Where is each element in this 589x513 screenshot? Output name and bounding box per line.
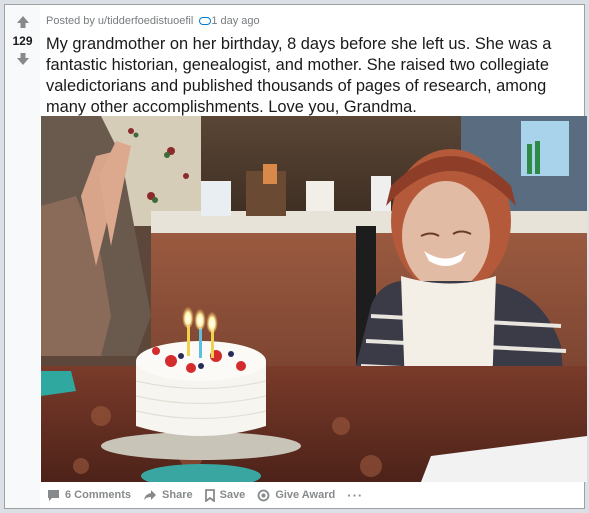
save-label: Save <box>219 489 246 501</box>
comment-bubble-icon <box>48 489 59 501</box>
bookmark-icon <box>204 488 215 502</box>
posted-by-label: Posted by <box>46 15 95 27</box>
share-label: Share <box>162 489 193 501</box>
post-image[interactable] <box>41 116 587 482</box>
more-options-button[interactable]: ··· <box>347 488 363 503</box>
post-title[interactable]: My grandmother on her birthday, 8 days b… <box>46 34 578 118</box>
give-award-button[interactable]: Give Award <box>257 489 335 502</box>
post-actions: 6 Comments Share Save Give Award ··· <box>47 485 363 505</box>
upvote-button[interactable] <box>13 12 33 32</box>
save-button[interactable]: Save <box>204 488 246 502</box>
award-badge-icon <box>257 489 270 501</box>
comments-button[interactable]: 6 Comments <box>47 489 131 502</box>
share-arrow-icon <box>144 490 157 500</box>
downvote-button[interactable] <box>13 49 33 69</box>
vote-column: 129 <box>5 5 40 508</box>
post-meta: Posted by u/tidderfoedistuoefil 1 day ag… <box>46 14 578 28</box>
downvote-arrow-icon <box>16 53 29 65</box>
post-time[interactable]: 1 day ago <box>211 15 259 27</box>
post-author-link[interactable]: u/tidderfoedistuoefil <box>98 15 193 27</box>
upvote-arrow-icon <box>16 16 29 28</box>
vote-score: 129 <box>12 34 33 48</box>
award-indicator[interactable] <box>199 17 212 25</box>
share-button[interactable]: Share <box>143 489 193 501</box>
award-pill-icon <box>199 17 212 25</box>
post-card[interactable]: 129 Posted by u/tidderfoedistuoefil 1 da… <box>4 4 587 509</box>
comments-label: 6 Comments <box>65 489 132 501</box>
give-award-label: Give Award <box>275 489 336 501</box>
birthday-photo <box>41 116 587 482</box>
